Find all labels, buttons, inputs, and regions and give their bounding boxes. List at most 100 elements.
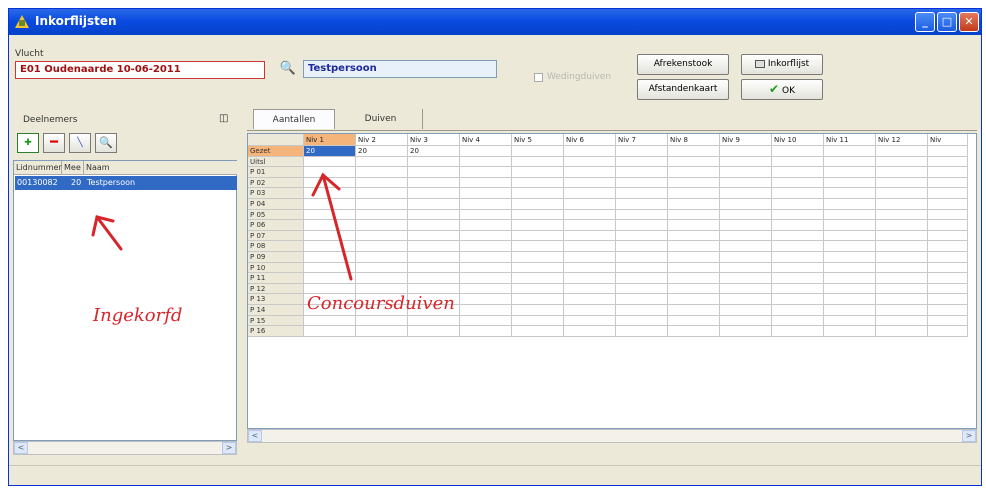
grid-cell[interactable] <box>876 315 928 327</box>
grid-cell[interactable] <box>564 230 616 242</box>
grid-cell[interactable] <box>460 273 512 284</box>
grid-cell[interactable] <box>512 230 564 242</box>
grid-cell[interactable] <box>616 305 668 316</box>
grid-cell[interactable] <box>720 209 772 221</box>
grid-cell[interactable] <box>564 177 616 189</box>
grid-column-header[interactable]: Niv 5 <box>512 134 564 146</box>
grid-cell[interactable] <box>928 305 968 316</box>
grid-cell[interactable] <box>720 220 772 231</box>
grid-cell[interactable] <box>304 167 356 178</box>
grid-cell[interactable] <box>616 188 668 199</box>
grid-cell[interactable] <box>824 273 876 284</box>
grid-cell[interactable] <box>928 188 968 199</box>
grid-cell[interactable] <box>564 273 616 284</box>
grid-cell[interactable] <box>408 188 460 199</box>
grid-row-header[interactable]: Gezet <box>248 146 304 157</box>
grid-cell[interactable] <box>824 305 876 316</box>
grid-cell[interactable] <box>304 220 356 231</box>
binoculars-icon[interactable]: 🔍 <box>277 60 299 80</box>
grid-column-header[interactable]: Niv 8 <box>668 134 720 146</box>
grid-column-header[interactable]: Niv <box>928 134 968 146</box>
grid-cell[interactable] <box>564 199 616 210</box>
grid-cell[interactable] <box>668 252 720 263</box>
grid-cell[interactable] <box>408 209 460 221</box>
grid-cell[interactable]: 20 <box>408 146 460 157</box>
grid-cell[interactable] <box>616 146 668 157</box>
remove-participant-button[interactable]: ━ <box>43 133 65 153</box>
weding-checkbox[interactable] <box>534 73 543 82</box>
grid-cell[interactable] <box>668 294 720 305</box>
aantallen-grid[interactable]: Niv 1 Niv 2 Niv 3 Niv 4 Niv 5 Niv 6 Niv 7 Niv 8… <box>247 133 977 429</box>
grid-cell[interactable] <box>460 146 512 157</box>
grid-row-header[interactable]: P 06 <box>248 220 304 231</box>
grid-cell[interactable] <box>304 177 356 189</box>
grid-cell[interactable] <box>616 241 668 252</box>
grid-cell[interactable] <box>668 167 720 178</box>
grid-cell[interactable] <box>668 156 720 168</box>
grid-cell[interactable] <box>720 252 772 263</box>
list-item[interactable]: 00130082 20 Testpersoon <box>15 176 237 190</box>
grid-cell[interactable] <box>408 156 460 168</box>
grid-cell[interactable] <box>772 283 824 295</box>
grid-cell[interactable] <box>512 252 564 263</box>
grid-cell[interactable] <box>564 209 616 221</box>
grid-cell[interactable] <box>356 156 408 168</box>
grid-cell[interactable] <box>512 241 564 252</box>
grid-row-header[interactable]: P 12 <box>248 283 304 295</box>
grid-column-header[interactable]: Niv 12 <box>876 134 928 146</box>
ok-button[interactable]: ✔ OK <box>741 79 823 100</box>
grid-cell[interactable] <box>356 177 408 189</box>
column-header-naam[interactable]: Naam <box>84 161 237 175</box>
grid-cell[interactable] <box>512 146 564 157</box>
grid-cell[interactable] <box>460 188 512 199</box>
grid-cell[interactable] <box>772 167 824 178</box>
grid-cell[interactable] <box>512 199 564 210</box>
grid-cell[interactable] <box>772 252 824 263</box>
grid-cell[interactable] <box>564 167 616 178</box>
add-participant-button[interactable]: ✚ <box>17 133 39 153</box>
tab-duiven[interactable]: Duiven <box>339 109 423 129</box>
grid-cell[interactable] <box>304 241 356 252</box>
grid-row-header[interactable]: P 05 <box>248 209 304 221</box>
grid-cell[interactable] <box>720 230 772 242</box>
grid-cell[interactable] <box>928 156 968 168</box>
grid-cell[interactable] <box>720 273 772 284</box>
grid-cell[interactable] <box>564 315 616 327</box>
grid-column-header[interactable]: Niv 11 <box>824 134 876 146</box>
grid-cell[interactable] <box>356 209 408 221</box>
grid-row-header[interactable]: P 08 <box>248 241 304 252</box>
grid-cell[interactable] <box>304 188 356 199</box>
grid-row-header[interactable]: P 07 <box>248 230 304 242</box>
grid-cell[interactable] <box>304 326 356 337</box>
afrekenstook-button[interactable]: Afrekenstook <box>637 54 729 75</box>
grid-cell[interactable] <box>616 209 668 221</box>
scroll-right-button[interactable]: > <box>222 442 236 454</box>
search-binoculars-icon[interactable]: 🔍 <box>95 133 117 153</box>
grid-cell[interactable] <box>876 209 928 221</box>
grid-column-header[interactable]: Niv 4 <box>460 134 512 146</box>
grid-cell[interactable] <box>928 326 968 337</box>
grid-cell[interactable] <box>928 199 968 210</box>
grid-cell[interactable] <box>408 199 460 210</box>
grid-cell[interactable] <box>460 326 512 337</box>
grid-cell[interactable] <box>772 326 824 337</box>
grid-cell[interactable] <box>720 262 772 274</box>
grid-cell[interactable] <box>616 326 668 337</box>
grid-scroll-left-button[interactable]: < <box>248 430 262 442</box>
grid-cell[interactable] <box>824 315 876 327</box>
grid-scroll-right-button[interactable]: > <box>962 430 976 442</box>
grid-cell[interactable] <box>772 241 824 252</box>
grid-cell[interactable] <box>616 199 668 210</box>
grid-cell[interactable] <box>824 326 876 337</box>
grid-column-header[interactable]: Niv 2 <box>356 134 408 146</box>
participants-list[interactable]: Lidnummer Mee Naam 00130082 20 Testperso… <box>13 160 237 441</box>
grid-cell[interactable] <box>772 273 824 284</box>
grid-row-header[interactable]: P 01 <box>248 167 304 178</box>
edit-pen-icon[interactable]: ╲ <box>69 133 91 153</box>
flight-field[interactable]: E01 Oudenaarde 10-06-2011 <box>15 61 265 79</box>
grid-cell[interactable] <box>460 315 512 327</box>
grid-cell[interactable] <box>356 230 408 242</box>
grid-cell[interactable] <box>564 156 616 168</box>
grid-column-header[interactable]: Niv 10 <box>772 134 824 146</box>
grid-row-header[interactable]: P 11 <box>248 273 304 284</box>
